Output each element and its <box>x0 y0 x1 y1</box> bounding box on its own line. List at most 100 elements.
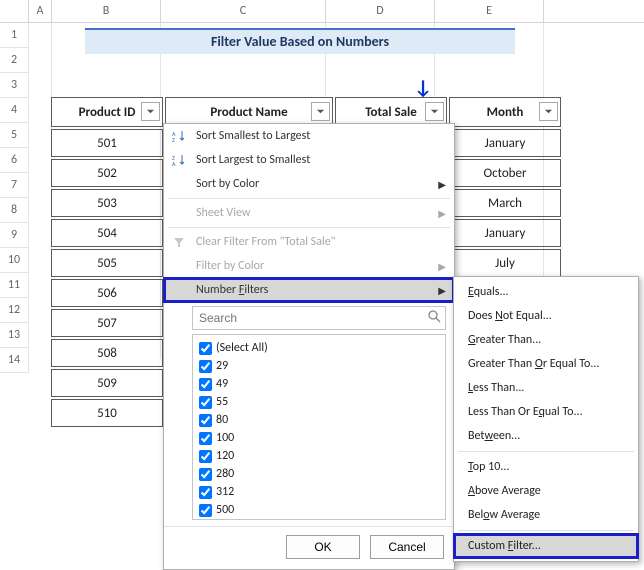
value-row[interactable]: 29 <box>199 357 439 375</box>
value-row[interactable]: 312 <box>199 483 439 501</box>
value-row[interactable]: 100 <box>199 429 439 447</box>
cancel-button[interactable]: Cancel <box>370 535 444 559</box>
clear-filter-icon <box>170 235 188 249</box>
value-row[interactable]: 120 <box>199 447 439 465</box>
svg-text:Z: Z <box>172 136 175 143</box>
filter-greater-eq[interactable]: Greater Than Or Equal To... <box>454 352 638 376</box>
row-head[interactable]: 3 <box>0 73 28 98</box>
header-label: Product ID <box>79 105 136 120</box>
checkbox[interactable] <box>199 432 212 445</box>
checkbox[interactable] <box>199 414 212 427</box>
filter-between[interactable]: Between... <box>454 424 638 448</box>
filter-below-avg[interactable]: Below Average <box>454 503 638 527</box>
row-head[interactable]: 9 <box>0 223 28 248</box>
column-headers: A B C D E <box>0 0 644 23</box>
sort-by-color[interactable]: Sort by Color ▶ <box>164 172 454 196</box>
filter-equals[interactable]: Equals... <box>454 280 638 304</box>
filter-greater[interactable]: Greater Than... <box>454 328 638 352</box>
filter-button[interactable] <box>141 102 160 121</box>
row-head[interactable]: 13 <box>0 323 28 348</box>
number-filters-submenu: Equals... Does Not Equal... Greater Than… <box>453 276 639 562</box>
menu-label: Filter by Color <box>196 259 264 273</box>
check-label: 55 <box>216 395 228 409</box>
sort-desc-icon: ZA <box>170 153 188 167</box>
row-head[interactable]: 6 <box>0 148 28 173</box>
check-label: 120 <box>216 449 234 463</box>
col-head-c[interactable]: C <box>161 0 326 22</box>
check-label: 500 <box>216 503 234 517</box>
col-head-a[interactable]: A <box>29 0 52 22</box>
filter-custom[interactable]: Custom Filter... <box>454 534 638 558</box>
header-product-id[interactable]: Product ID <box>51 97 163 127</box>
col-head-e[interactable]: E <box>435 0 544 22</box>
header-label: Total Sale <box>365 105 417 120</box>
menu-label: Sort by Color <box>196 177 259 191</box>
select-all-row[interactable]: (Select All) <box>199 339 439 357</box>
filter-button[interactable] <box>539 102 558 121</box>
checkbox[interactable] <box>199 468 212 481</box>
row-head[interactable]: 7 <box>0 173 28 198</box>
row-head[interactable]: 1 <box>0 23 28 48</box>
value-row[interactable]: 280 <box>199 465 439 483</box>
filter-by-color: Filter by Color ▶ <box>164 254 454 278</box>
filter-less-eq[interactable]: Less Than Or Equal To... <box>454 400 638 424</box>
menu-label: Number Filters <box>196 283 268 297</box>
row-head[interactable]: 4 <box>0 98 28 123</box>
row-head[interactable]: 12 <box>0 298 28 323</box>
search-icon <box>427 309 441 327</box>
check-label: 280 <box>216 467 234 481</box>
checkbox[interactable] <box>199 450 212 463</box>
filter-values-list[interactable]: (Select All) 29 49 55 80 100 120 280 312… <box>192 334 446 520</box>
chevron-right-icon: ▶ <box>438 284 446 297</box>
col-head-d[interactable]: D <box>326 0 435 22</box>
value-row[interactable]: 55 <box>199 393 439 411</box>
filter-search[interactable] <box>192 306 446 330</box>
header-label: Month <box>487 105 524 120</box>
sheet-view: Sheet View ▶ <box>164 201 454 225</box>
chevron-right-icon: ▶ <box>438 260 446 273</box>
row-head[interactable]: 8 <box>0 198 28 223</box>
checkbox[interactable] <box>199 486 212 499</box>
check-label: 80 <box>216 413 228 427</box>
header-label: Product Name <box>210 105 287 120</box>
row-head[interactable]: 14 <box>0 348 28 373</box>
row-head[interactable]: 2 <box>0 48 28 73</box>
checkbox[interactable] <box>199 342 212 355</box>
menu-label: Sort Smallest to Largest <box>196 129 310 143</box>
check-label: 100 <box>216 431 234 445</box>
row-head[interactable]: 5 <box>0 123 28 148</box>
row-head[interactable]: 10 <box>0 248 28 273</box>
filter-above-avg[interactable]: Above Average <box>454 479 638 503</box>
value-row[interactable]: 500 <box>199 501 439 519</box>
checkbox[interactable] <box>199 504 212 517</box>
sort-ascending[interactable]: AZ Sort Smallest to Largest <box>164 124 454 148</box>
sort-descending[interactable]: ZA Sort Largest to Smallest <box>164 148 454 172</box>
header-month[interactable]: Month <box>449 97 561 127</box>
filter-less[interactable]: Less Than... <box>454 376 638 400</box>
row-head[interactable]: 11 <box>0 273 28 298</box>
search-input[interactable] <box>197 310 427 326</box>
check-label: 312 <box>216 485 234 499</box>
checkbox[interactable] <box>199 396 212 409</box>
filter-button[interactable] <box>425 102 444 121</box>
clear-filter: Clear Filter From "Total Sale" <box>164 230 454 254</box>
checkbox[interactable] <box>199 378 212 391</box>
row-headers: 1 2 3 4 5 6 7 8 9 10 11 12 13 14 <box>0 23 29 373</box>
check-label: 29 <box>216 359 228 373</box>
ok-button[interactable]: OK <box>286 535 360 559</box>
chevron-right-icon: ▶ <box>438 207 446 220</box>
number-filters[interactable]: Number Filters ▶ <box>164 278 454 302</box>
filter-top10[interactable]: Top 10... <box>454 455 638 479</box>
checkbox[interactable] <box>199 360 212 373</box>
filter-button[interactable] <box>311 102 330 121</box>
col-head-b[interactable]: B <box>52 0 161 22</box>
menu-label: Clear Filter From "Total Sale" <box>196 235 335 249</box>
page-title: Filter Value Based on Numbers <box>85 28 515 54</box>
value-row[interactable]: 49 <box>199 375 439 393</box>
check-label: (Select All) <box>216 341 268 355</box>
check-label: 49 <box>216 377 228 391</box>
menu-label: Sort Largest to Smallest <box>196 153 310 167</box>
sort-asc-icon: AZ <box>170 129 188 143</box>
value-row[interactable]: 80 <box>199 411 439 429</box>
filter-not-equal[interactable]: Does Not Equal... <box>454 304 638 328</box>
